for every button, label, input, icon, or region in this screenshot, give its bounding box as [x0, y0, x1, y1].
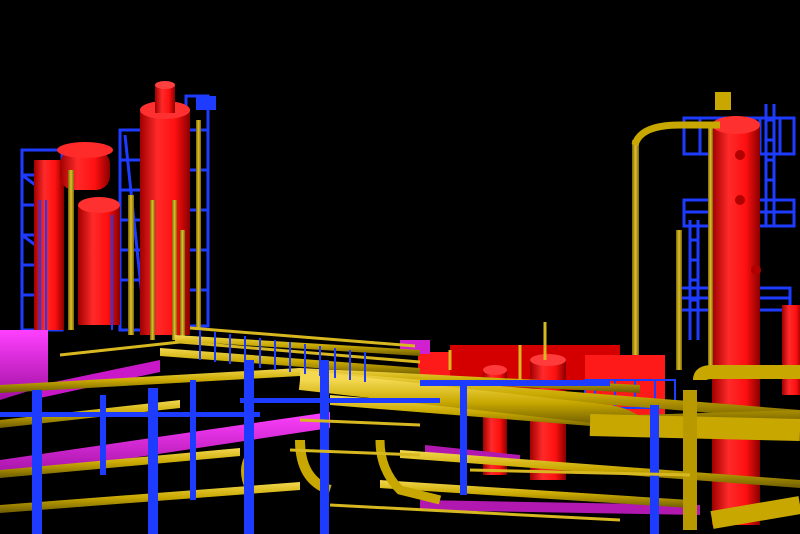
- right-edge-vessel[interactable]: [782, 305, 800, 395]
- top-platform: [196, 96, 216, 110]
- top-valve: [715, 92, 731, 110]
- right-overhead-pipe: [631, 121, 720, 147]
- right-tall-column[interactable]: [712, 116, 761, 525]
- left-column-cluster[interactable]: [20, 81, 216, 340]
- 3d-plant-viewport[interactable]: [0, 0, 800, 534]
- plant-model-scene[interactable]: [0, 0, 800, 534]
- right-vertical-pipes: [632, 125, 713, 375]
- left-drum[interactable]: [78, 197, 120, 325]
